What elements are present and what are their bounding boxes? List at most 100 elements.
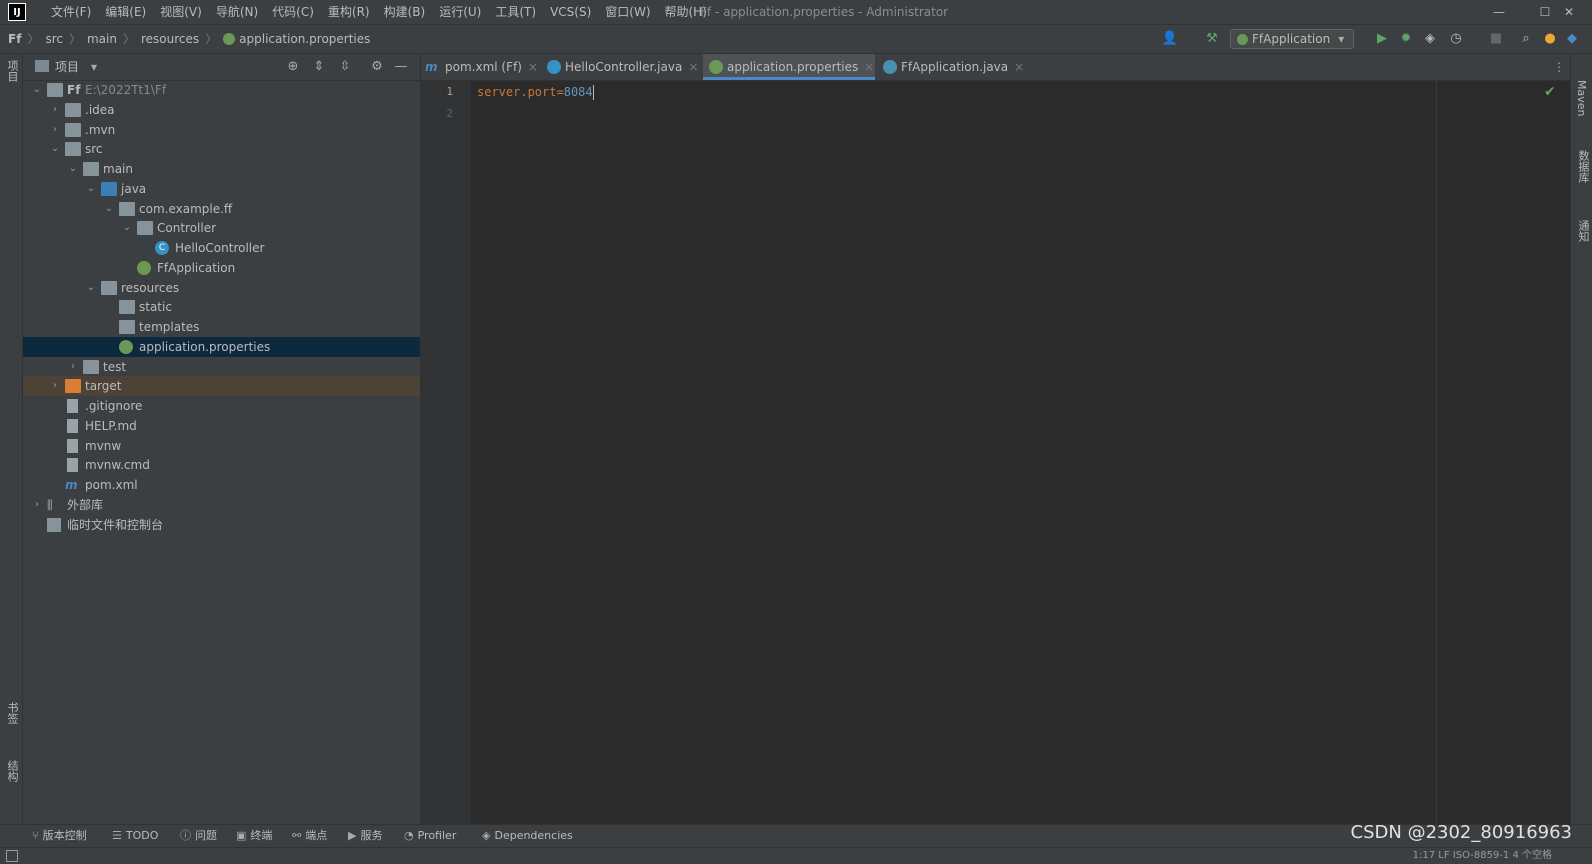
collapse-all-icon[interactable]: ⇳ (335, 57, 355, 77)
code-line[interactable]: server.port=8084 (477, 83, 594, 101)
menu-window[interactable]: 窗口(W) (598, 0, 657, 24)
chevron-down-icon[interactable]: ⌄ (67, 159, 79, 179)
tree-item[interactable]: ⌄ java (23, 179, 420, 199)
close-tab-icon[interactable]: × (1014, 60, 1024, 74)
chevron-right-icon[interactable]: › (49, 120, 61, 140)
tool-dependencies[interactable]: ◈ Dependencies (482, 825, 573, 847)
no-problems-check-icon[interactable]: ✔ (1544, 84, 1556, 100)
tool-endpoints[interactable]: ⚯ 端点 (292, 825, 327, 847)
breadcrumb-project[interactable]: Ff (8, 25, 21, 53)
tool-profiler[interactable]: ◔ Profiler (404, 825, 456, 847)
tree-item[interactable]: › .idea (23, 100, 420, 120)
chevron-down-icon[interactable]: ⌄ (31, 80, 43, 100)
run-icon[interactable]: ▶ (1372, 29, 1392, 49)
menu-navigate[interactable]: 导航(N) (209, 0, 265, 24)
plugin-icon[interactable]: ◆ (1562, 29, 1582, 49)
chevron-right-icon[interactable]: › (49, 100, 61, 120)
tree-item[interactable]: C HelloController (23, 238, 420, 258)
status-info[interactable]: 1:17 LF ISO-8859-1 4 个空格 (1413, 848, 1552, 864)
tree-item[interactable]: static (23, 297, 420, 317)
menu-tools[interactable]: 工具(T) (488, 0, 543, 24)
breadcrumb-main[interactable]: main (87, 25, 117, 53)
debug-icon[interactable]: ✹ (1396, 29, 1416, 49)
tab-application-properties[interactable]: application.properties × (703, 54, 875, 80)
more-tabs-icon[interactable]: ⋮ (1553, 54, 1565, 80)
chevron-down-icon[interactable]: ▾ (91, 54, 97, 80)
menu-run[interactable]: 运行(U) (432, 0, 488, 24)
tree-item[interactable]: 临时文件和控制台 (23, 515, 420, 535)
menu-file[interactable]: 文件(F) (44, 0, 98, 24)
tree-item[interactable]: FfApplication (23, 258, 420, 278)
chevron-down-icon[interactable]: ⌄ (103, 199, 115, 219)
tree-item[interactable]: ⌄ Controller (23, 218, 420, 238)
stop-icon[interactable]: ■ (1486, 29, 1506, 49)
chevron-right-icon[interactable]: › (49, 376, 61, 396)
menu-code[interactable]: 代码(C) (265, 0, 321, 24)
menu-vcs[interactable]: VCS(S) (543, 0, 598, 24)
tree-item[interactable]: › ⫼ 外部库 (23, 495, 420, 515)
close-tab-icon[interactable]: × (528, 60, 538, 74)
profile-icon[interactable]: ◷ (1446, 29, 1466, 49)
tree-item[interactable]: › test (23, 357, 420, 377)
maven-tool-button[interactable]: Maven (1575, 80, 1588, 116)
tree-item[interactable]: templates (23, 317, 420, 337)
chevron-right-icon[interactable]: › (67, 357, 79, 377)
close-tab-icon[interactable]: × (864, 60, 874, 74)
chevron-down-icon[interactable]: ⌄ (121, 218, 133, 238)
project-tool-button[interactable]: 项目 (4, 60, 20, 82)
menu-build[interactable]: 构建(B) (377, 0, 433, 24)
notifications-tool-button[interactable]: 通知 (1575, 220, 1591, 242)
tree-item[interactable]: application.properties (23, 336, 420, 357)
tree-item[interactable]: HELP.md (23, 416, 420, 436)
tree-item[interactable]: ⌄ Ff E:\2022Tt1\Ff (23, 80, 420, 100)
structure-tool-button[interactable]: 结构 (4, 760, 20, 782)
expand-all-icon[interactable]: ⇕ (309, 57, 329, 77)
chevron-down-icon[interactable]: ⌄ (85, 278, 97, 298)
update-icon[interactable]: ● (1540, 29, 1560, 49)
tree-item[interactable]: ⌄ com.example.ff (23, 199, 420, 219)
toggle-tool-windows-icon[interactable] (6, 850, 18, 862)
tree-item[interactable]: ⌄ main (23, 159, 420, 179)
menu-view[interactable]: 视图(V) (153, 0, 209, 24)
tree-item[interactable]: m pom.xml (23, 475, 420, 495)
hide-panel-icon[interactable]: — (391, 57, 411, 77)
tool-problems[interactable]: ⓘ 问题 (180, 825, 217, 847)
code-editor[interactable]: server.port=8084 (471, 81, 1570, 824)
tab-ff-application[interactable]: FfApplication.java × (877, 54, 1027, 80)
coverage-icon[interactable]: ◈ (1420, 29, 1440, 49)
gear-icon[interactable]: ⚙ (367, 57, 387, 77)
tool-version-control[interactable]: ⑂ 版本控制 (32, 825, 87, 847)
tree-item[interactable]: ⌄ src (23, 139, 420, 159)
build-hammer-icon[interactable]: ⚒ (1202, 29, 1222, 49)
close-tab-icon[interactable]: × (688, 60, 698, 74)
chevron-down-icon[interactable]: ⌄ (49, 139, 61, 159)
close-window-button[interactable]: ✕ (1546, 0, 1592, 24)
chevron-down-icon[interactable]: ⌄ (85, 179, 97, 199)
bookmarks-tool-button[interactable]: 书签 (4, 702, 20, 724)
locate-file-icon[interactable]: ⊕ (283, 57, 303, 77)
menu-refactor[interactable]: 重构(R) (321, 0, 377, 24)
tool-services[interactable]: ▶ 服务 (348, 825, 382, 847)
project-panel-title[interactable]: 项目 (55, 54, 79, 80)
tree-item[interactable]: › .mvn (23, 120, 420, 140)
tool-todo[interactable]: ☰ TODO (112, 825, 158, 847)
tree-item[interactable]: ⌄ resources (23, 278, 420, 298)
intellij-logo-icon[interactable]: IJ (8, 3, 26, 21)
tool-terminal[interactable]: ▣ 终端 (236, 825, 272, 847)
breadcrumb-src[interactable]: src (45, 25, 63, 53)
database-tool-button[interactable]: 数据库 (1575, 150, 1591, 183)
tree-item[interactable]: mvnw.cmd (23, 455, 420, 475)
user-icon[interactable]: 👤 (1160, 29, 1180, 49)
minimize-button[interactable]: — (1476, 0, 1522, 24)
chevron-right-icon[interactable]: › (31, 495, 43, 515)
tree-item[interactable]: mvnw (23, 436, 420, 456)
breadcrumb-resources[interactable]: resources (141, 25, 199, 53)
tab-pom-xml[interactable]: m pom.xml (Ff) × (421, 54, 541, 80)
tree-item[interactable]: › target (23, 376, 420, 397)
menu-edit[interactable]: 编辑(E) (98, 0, 153, 24)
tree-item[interactable]: .gitignore (23, 396, 420, 416)
breadcrumb-file[interactable]: application.properties (239, 25, 370, 53)
run-configuration-dropdown[interactable]: FfApplication ▾ (1230, 29, 1354, 49)
tab-hello-controller[interactable]: HelloController.java × (541, 54, 701, 80)
search-icon[interactable]: ⌕ (1516, 29, 1536, 49)
